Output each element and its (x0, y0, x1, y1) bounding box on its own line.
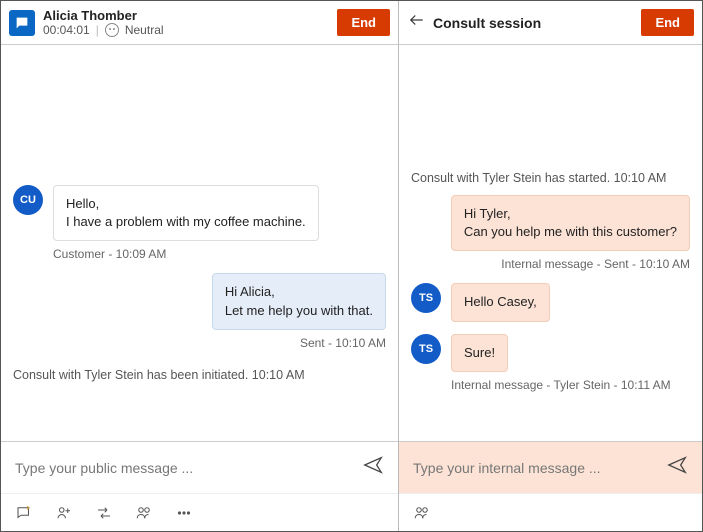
msg-line: Let me help you with that. (225, 302, 373, 320)
transfer-icon[interactable] (95, 504, 113, 522)
customer-bubble: Hello, I have a problem with my coffee m… (53, 185, 319, 241)
left-header: Alicia Thomber 00:04:01 | Neutral End (1, 1, 398, 45)
internal-composer (399, 441, 702, 493)
msg-line: Can you help me with this customer? (464, 223, 677, 241)
right-toolbar (399, 493, 702, 531)
public-composer (1, 441, 398, 493)
consultant-row-2: TS Sure! (411, 334, 690, 372)
app-frame: Alicia Thomber 00:04:01 | Neutral End CU… (0, 0, 703, 532)
consultant-row-1: TS Hello Casey, (411, 283, 690, 321)
consultant-bubble: Hello Casey, (451, 283, 550, 321)
consultant-avatar: TS (411, 283, 441, 313)
consultant-avatar: TS (411, 334, 441, 364)
participants-icon[interactable] (135, 504, 153, 522)
header-info: Alicia Thomber 00:04:01 | Neutral (43, 8, 164, 38)
quick-reply-icon[interactable] (15, 504, 33, 522)
sentiment-label: Neutral (125, 23, 164, 37)
session-timer: 00:04:01 (43, 23, 90, 37)
msg-line: Hi Tyler, (464, 205, 677, 223)
consultant-bubble: Sure! (451, 334, 508, 372)
internal-send-icon[interactable] (666, 454, 688, 481)
sentiment-icon (105, 23, 119, 37)
back-icon[interactable] (407, 11, 425, 34)
internal-message-input[interactable] (413, 460, 656, 476)
consult-end-button[interactable]: End (641, 9, 694, 36)
more-icon[interactable] (175, 504, 193, 522)
left-message-body: CU Hello, I have a problem with my coffe… (1, 45, 398, 441)
agent-message-row: Hi Alicia, Let me help you with that. (13, 273, 386, 329)
left-toolbar (1, 493, 398, 531)
gap (411, 326, 690, 334)
customer-chat-pane: Alicia Thomber 00:04:01 | Neutral End CU… (1, 1, 399, 531)
internal-out-meta: Internal message - Sent - 10:10 AM (411, 257, 690, 271)
public-message-input[interactable] (15, 460, 352, 476)
right-header: Consult session End (399, 1, 702, 45)
send-icon[interactable] (362, 454, 384, 481)
consultant-meta: Internal message - Tyler Stein - 10:11 A… (451, 378, 690, 392)
right-message-body: Consult with Tyler Stein has started. 10… (399, 45, 702, 441)
internal-out-bubble: Hi Tyler, Can you help me with this cust… (451, 195, 690, 251)
chat-icon (9, 10, 35, 36)
spacer (13, 55, 386, 185)
end-button[interactable]: End (337, 9, 390, 36)
msg-line: Hi Alicia, (225, 283, 373, 301)
msg-line: Hello, (66, 195, 306, 213)
customer-message-row: CU Hello, I have a problem with my coffe… (13, 185, 386, 241)
customer-avatar: CU (13, 185, 43, 215)
customer-meta: Customer - 10:09 AM (53, 247, 386, 261)
header-meta: 00:04:01 | Neutral (43, 23, 164, 37)
consult-started: Consult with Tyler Stein has started. 10… (411, 171, 690, 185)
consult-icon[interactable] (55, 504, 73, 522)
meta-separator: | (96, 23, 99, 37)
internal-out-row: Hi Tyler, Can you help me with this cust… (411, 195, 690, 251)
participants-icon[interactable] (413, 504, 431, 522)
agent-meta: Sent - 10:10 AM (13, 336, 386, 350)
spacer (411, 55, 690, 165)
customer-name: Alicia Thomber (43, 8, 164, 24)
msg-line: I have a problem with my coffee machine. (66, 213, 306, 231)
consult-pane: Consult session End Consult with Tyler S… (399, 1, 702, 531)
agent-bubble: Hi Alicia, Let me help you with that. (212, 273, 386, 329)
system-message: Consult with Tyler Stein has been initia… (13, 368, 386, 382)
consult-title: Consult session (433, 15, 541, 31)
